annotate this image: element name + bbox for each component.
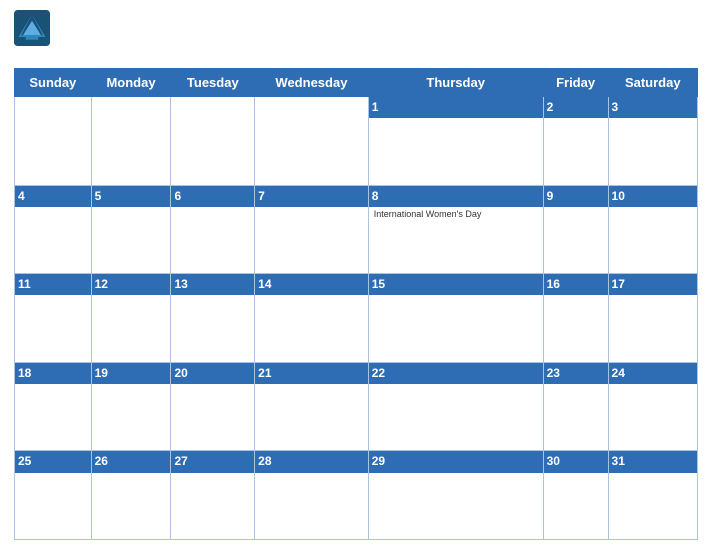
calendar-cell-w4-d2: 19 — [91, 362, 171, 451]
day-number: 26 — [92, 451, 171, 472]
calendar-cell-w1-d4 — [255, 97, 369, 186]
header-tuesday: Tuesday — [171, 69, 255, 97]
calendar-cell-w3-d3: 13 — [171, 274, 255, 363]
day-number: 13 — [171, 274, 254, 295]
day-number: 19 — [92, 363, 171, 384]
logo — [14, 10, 53, 46]
day-number: 28 — [255, 451, 368, 472]
calendar-table: Sunday Monday Tuesday Wednesday Thursday… — [14, 68, 698, 540]
day-number: 23 — [544, 363, 608, 384]
calendar-cell-w1-d1 — [15, 97, 92, 186]
calendar-cell-w5-d3: 27 — [171, 451, 255, 540]
calendar-cell-w2-d7: 10 — [608, 185, 697, 274]
calendar-cell-w4-d3: 20 — [171, 362, 255, 451]
day-number: 1 — [369, 97, 543, 118]
day-number: 8 — [369, 186, 543, 207]
day-number: 16 — [544, 274, 608, 295]
week-row-1: 123 — [15, 97, 698, 186]
day-number: 20 — [171, 363, 254, 384]
calendar-cell-w3-d6: 16 — [543, 274, 608, 363]
calendar-cell-w4-d4: 21 — [255, 362, 369, 451]
header-sunday: Sunday — [15, 69, 92, 97]
day-number: 14 — [255, 274, 368, 295]
calendar-cell-w2-d6: 9 — [543, 185, 608, 274]
calendar-cell-w3-d4: 14 — [255, 274, 369, 363]
week-row-2: 45678 International Women's Day 910 — [15, 185, 698, 274]
calendar-cell-w2-d5: 8 International Women's Day — [368, 185, 543, 274]
day-number: 17 — [609, 274, 697, 295]
day-number: 11 — [15, 274, 91, 295]
calendar-container: Sunday Monday Tuesday Wednesday Thursday… — [0, 0, 712, 550]
day-number: 27 — [171, 451, 254, 472]
header-wednesday: Wednesday — [255, 69, 369, 97]
calendar-cell-w1-d5: 1 — [368, 97, 543, 186]
calendar-cell-w5-d2: 26 — [91, 451, 171, 540]
calendar-cell-w5-d4: 28 — [255, 451, 369, 540]
header-friday: Friday — [543, 69, 608, 97]
calendar-cell-w5-d5: 29 — [368, 451, 543, 540]
week-row-5: 25262728293031 — [15, 451, 698, 540]
day-number: 3 — [609, 97, 697, 118]
day-number: 6 — [171, 186, 254, 207]
week-row-4: 18192021222324 — [15, 362, 698, 451]
header-monday: Monday — [91, 69, 171, 97]
header-thursday: Thursday — [368, 69, 543, 97]
day-number: 2 — [544, 97, 608, 118]
calendar-cell-w3-d7: 17 — [608, 274, 697, 363]
week-row-3: 11121314151617 — [15, 274, 698, 363]
day-number: 29 — [369, 451, 543, 472]
header-saturday: Saturday — [608, 69, 697, 97]
calendar-cell-w2-d4: 7 — [255, 185, 369, 274]
day-number: 10 — [609, 186, 697, 207]
day-number: 24 — [609, 363, 697, 384]
day-number: 25 — [15, 451, 91, 472]
calendar-cell-w1-d3 — [171, 97, 255, 186]
calendar-cell-w5-d1: 25 — [15, 451, 92, 540]
day-number: 7 — [255, 186, 368, 207]
day-number: 15 — [369, 274, 543, 295]
calendar-cell-w4-d1: 18 — [15, 362, 92, 451]
calendar-cell-w5-d6: 30 — [543, 451, 608, 540]
calendar-cell-w3-d5: 15 — [368, 274, 543, 363]
calendar-cell-w3-d2: 12 — [91, 274, 171, 363]
day-number: 22 — [369, 363, 543, 384]
logo-icon — [14, 10, 50, 46]
calendar-header — [14, 10, 698, 62]
day-number: 9 — [544, 186, 608, 207]
calendar-cell-w1-d2 — [91, 97, 171, 186]
calendar-cell-w1-d6: 2 — [543, 97, 608, 186]
calendar-cell-w1-d7: 3 — [608, 97, 697, 186]
day-number: 30 — [544, 451, 608, 472]
calendar-cell-w3-d1: 11 — [15, 274, 92, 363]
day-number: 21 — [255, 363, 368, 384]
calendar-cell-w2-d1: 4 — [15, 185, 92, 274]
day-number: 5 — [92, 186, 171, 207]
weekday-header-row: Sunday Monday Tuesday Wednesday Thursday… — [15, 69, 698, 97]
day-number: 31 — [609, 451, 697, 472]
calendar-cell-w4-d5: 22 — [368, 362, 543, 451]
day-number: 18 — [15, 363, 91, 384]
calendar-cell-w4-d7: 24 — [608, 362, 697, 451]
calendar-cell-w2-d2: 5 — [91, 185, 171, 274]
calendar-cell-w2-d3: 6 — [171, 185, 255, 274]
calendar-cell-w5-d7: 31 — [608, 451, 697, 540]
day-number: 4 — [15, 186, 91, 207]
calendar-cell-w4-d6: 23 — [543, 362, 608, 451]
event-label: International Women's Day — [374, 209, 538, 221]
day-number: 12 — [92, 274, 171, 295]
